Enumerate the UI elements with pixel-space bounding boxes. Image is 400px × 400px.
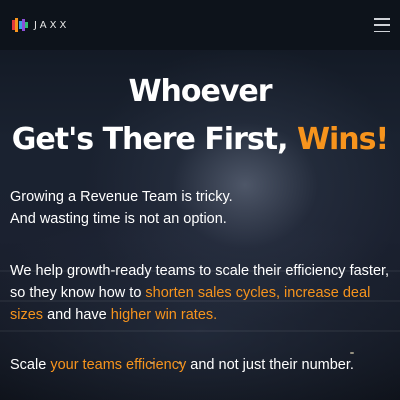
scale-accent: your teams efficiency [50,357,187,373]
scale-text-1: Scale [10,357,51,373]
intro-line1: Growing a Revenue Team is tricky. [10,189,233,205]
value-accent-2: higher win rates. [110,307,218,323]
headline-text: Get's There First, [11,122,297,157]
intro-line2: And wasting time is not an option. [10,211,227,227]
intro-paragraph: Growing a Revenue Team is tricky. And wa… [10,186,395,230]
value-text-2: and have [43,307,111,323]
hero-section: Whoever Get's There First, Wins! Growing… [0,50,400,400]
scale-paragraph: Scale your teams efficiency and not just… [10,354,395,376]
hero-headline-line2: Get's There First, Wins! [0,120,400,160]
top-navbar: JAXX [0,0,400,50]
brand-logo[interactable]: JAXX [12,18,69,32]
hamburger-menu-icon[interactable] [374,18,390,32]
value-paragraph: We help growth-ready teams to scale thei… [10,260,395,326]
hero-headline-line1: Whoever [128,74,272,109]
jaxx-logo-mark [12,18,28,32]
brand-name: JAXX [34,19,70,31]
scale-text-2: and not just their number. [186,357,354,373]
headline-accent: Wins! [296,122,389,157]
